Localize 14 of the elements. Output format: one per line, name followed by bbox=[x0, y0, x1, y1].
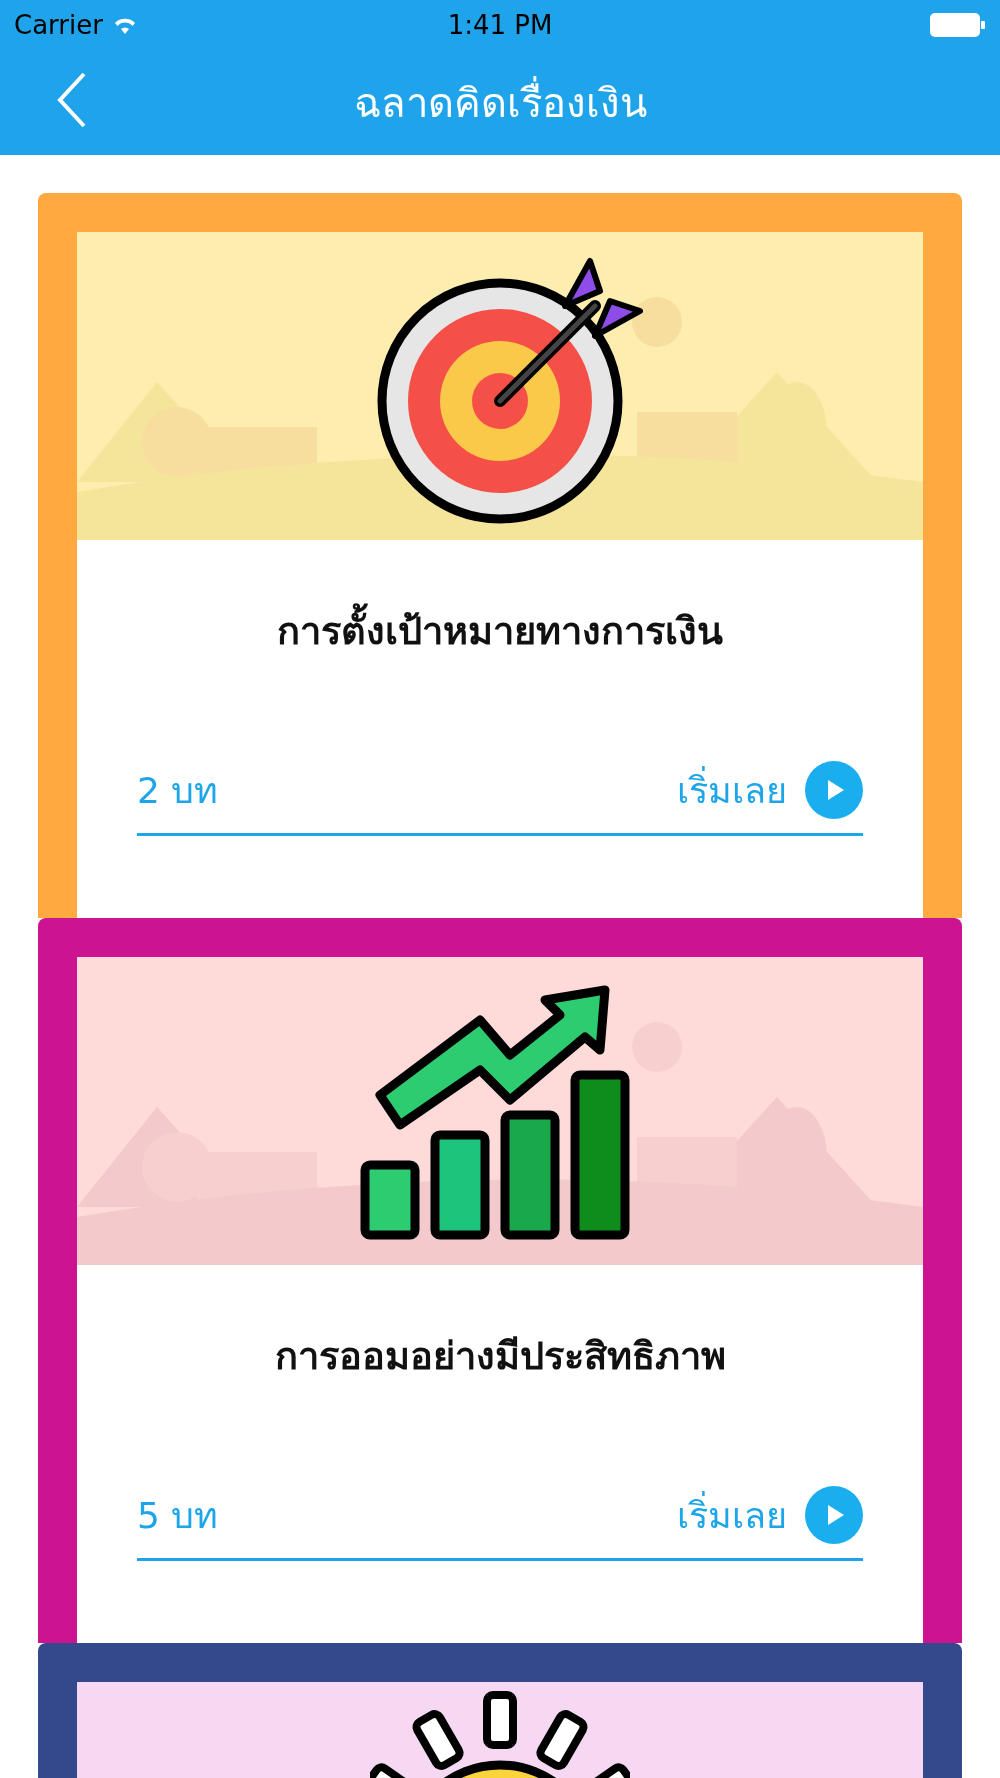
course-title: การตั้งเป้าหมายทางการเงิน bbox=[137, 600, 863, 661]
course-card[interactable]: การออมอย่างมีประสิทธิภาพ 5 บท เริ่มเลย bbox=[38, 918, 962, 1643]
page-title: ฉลาดคิดเรื่องเงิน bbox=[353, 70, 647, 135]
battery-icon bbox=[930, 13, 986, 37]
course-title: การออมอย่างมีประสิทธิภาพ bbox=[273, 1333, 727, 1380]
lesson-count: 5 บท bbox=[137, 1493, 219, 1538]
status-time: 1:41 PM bbox=[447, 10, 553, 40]
carrier-label: Carrier bbox=[14, 10, 103, 40]
course-card[interactable]: การตั้งเป้าหมายทางการเงิน 2 บท เริ่มเลย bbox=[38, 193, 962, 918]
lesson-count: 2 บท bbox=[137, 768, 219, 813]
wifi-icon bbox=[112, 16, 137, 34]
play-icon bbox=[805, 1486, 863, 1544]
sun-icon bbox=[370, 1690, 630, 1778]
play-icon bbox=[805, 761, 863, 819]
